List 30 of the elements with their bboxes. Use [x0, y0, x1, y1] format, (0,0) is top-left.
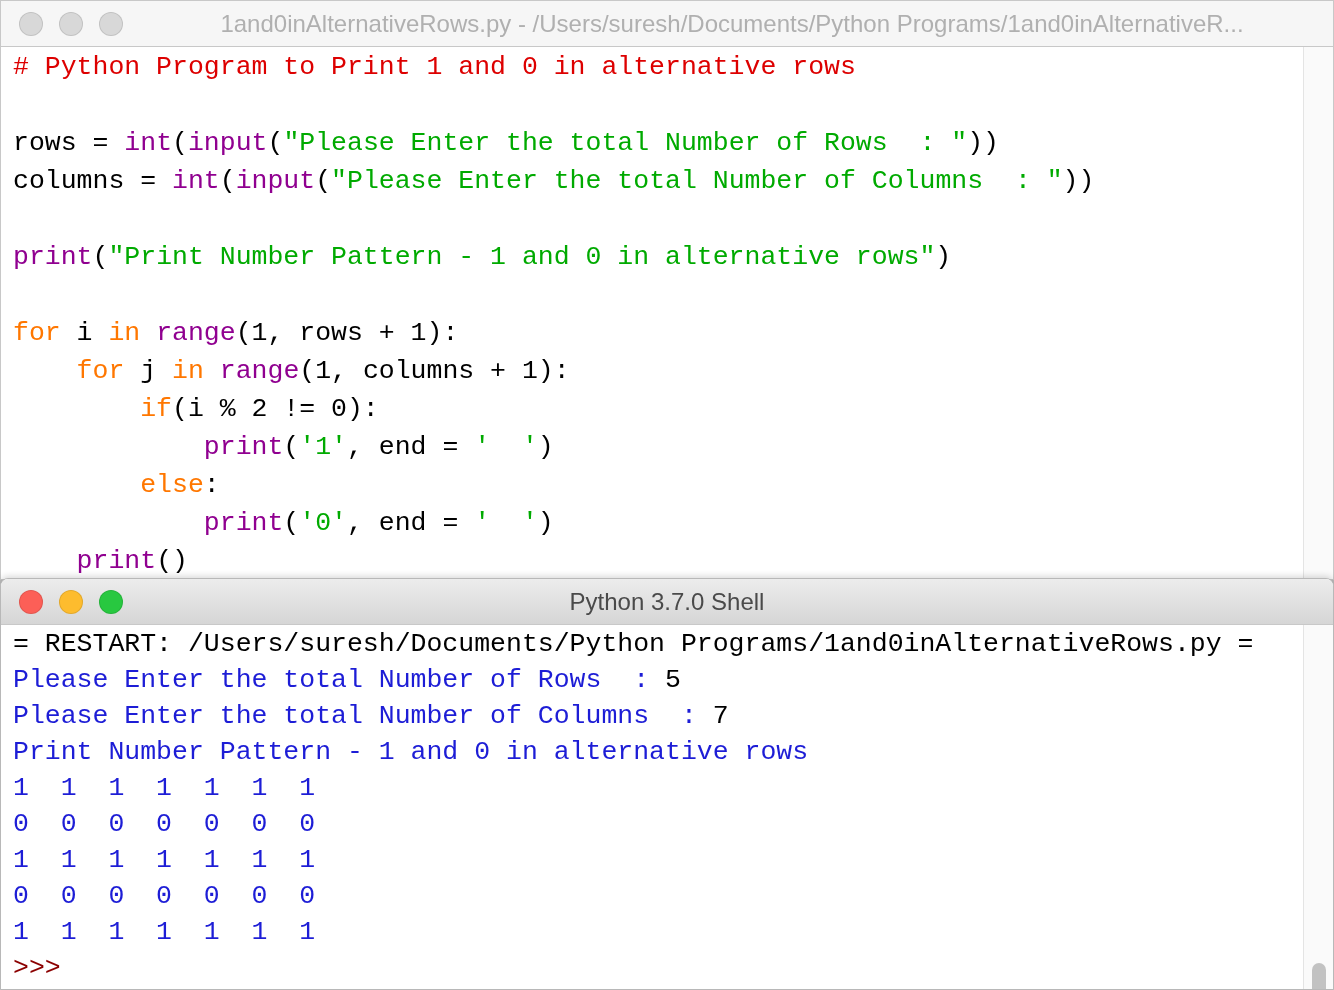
window-title: Python 3.7.0 Shell [569, 586, 765, 617]
code-line: print("Print Number Pattern - 1 and 0 in alternative rows") [13, 241, 952, 274]
shell-line: = RESTART: /Users/suresh/Documents/Python Programs/1and0inAlternativeRows.py = [13, 628, 1254, 661]
code-line: print() [75, 545, 188, 578]
code-line: for j in range(1, columns + 1): [75, 355, 570, 388]
close-button[interactable] [19, 11, 43, 36]
code-line: if(i % 2 != 0): [139, 393, 379, 426]
window-title: 1and0inAlternativeRows.py - /Users/suresh/Documents/Python Programs/1and0inAlternativeR... [220, 8, 1244, 39]
code-line: # Python Program to Print 1 and 0 in alternative rows [13, 51, 856, 84]
shell-line: 1 1 1 1 1 1 1 [13, 772, 316, 805]
zoom-button[interactable] [99, 11, 123, 36]
code-line: for i in range(1, rows + 1): [13, 317, 459, 350]
shell-line: Print Number Pattern - 1 and 0 in alternative rows [13, 736, 809, 769]
shell-line: 0 0 0 0 0 0 0 [13, 880, 316, 913]
shell-line: 1 1 1 1 1 1 1 [13, 844, 316, 877]
code-line: columns = int(input("Please Enter the total Number of Columns : ")) [13, 165, 1095, 198]
code-line: rows = int(input("Please Enter the total Number of Rows : ")) [13, 127, 999, 160]
close-button[interactable] [19, 589, 43, 614]
shell-line: 0 0 0 0 0 0 0 [13, 808, 316, 841]
code-line: print('1', end = ' ') [202, 431, 554, 464]
shell-line: Please Enter the total Number of Rows : 5 [13, 664, 681, 697]
shell-line: 1 1 1 1 1 1 1 [13, 916, 316, 949]
shell-line: >>> [13, 952, 61, 985]
minimize-button[interactable] [59, 11, 83, 36]
minimize-button[interactable] [59, 589, 83, 614]
shell-line: Please Enter the total Number of Columns : 7 [13, 700, 729, 733]
code-line: else: [139, 469, 220, 502]
zoom-button[interactable] [99, 589, 123, 614]
code-line: print('0', end = ' ') [202, 507, 554, 540]
scrollbar-thumb[interactable] [1311, 963, 1326, 989]
